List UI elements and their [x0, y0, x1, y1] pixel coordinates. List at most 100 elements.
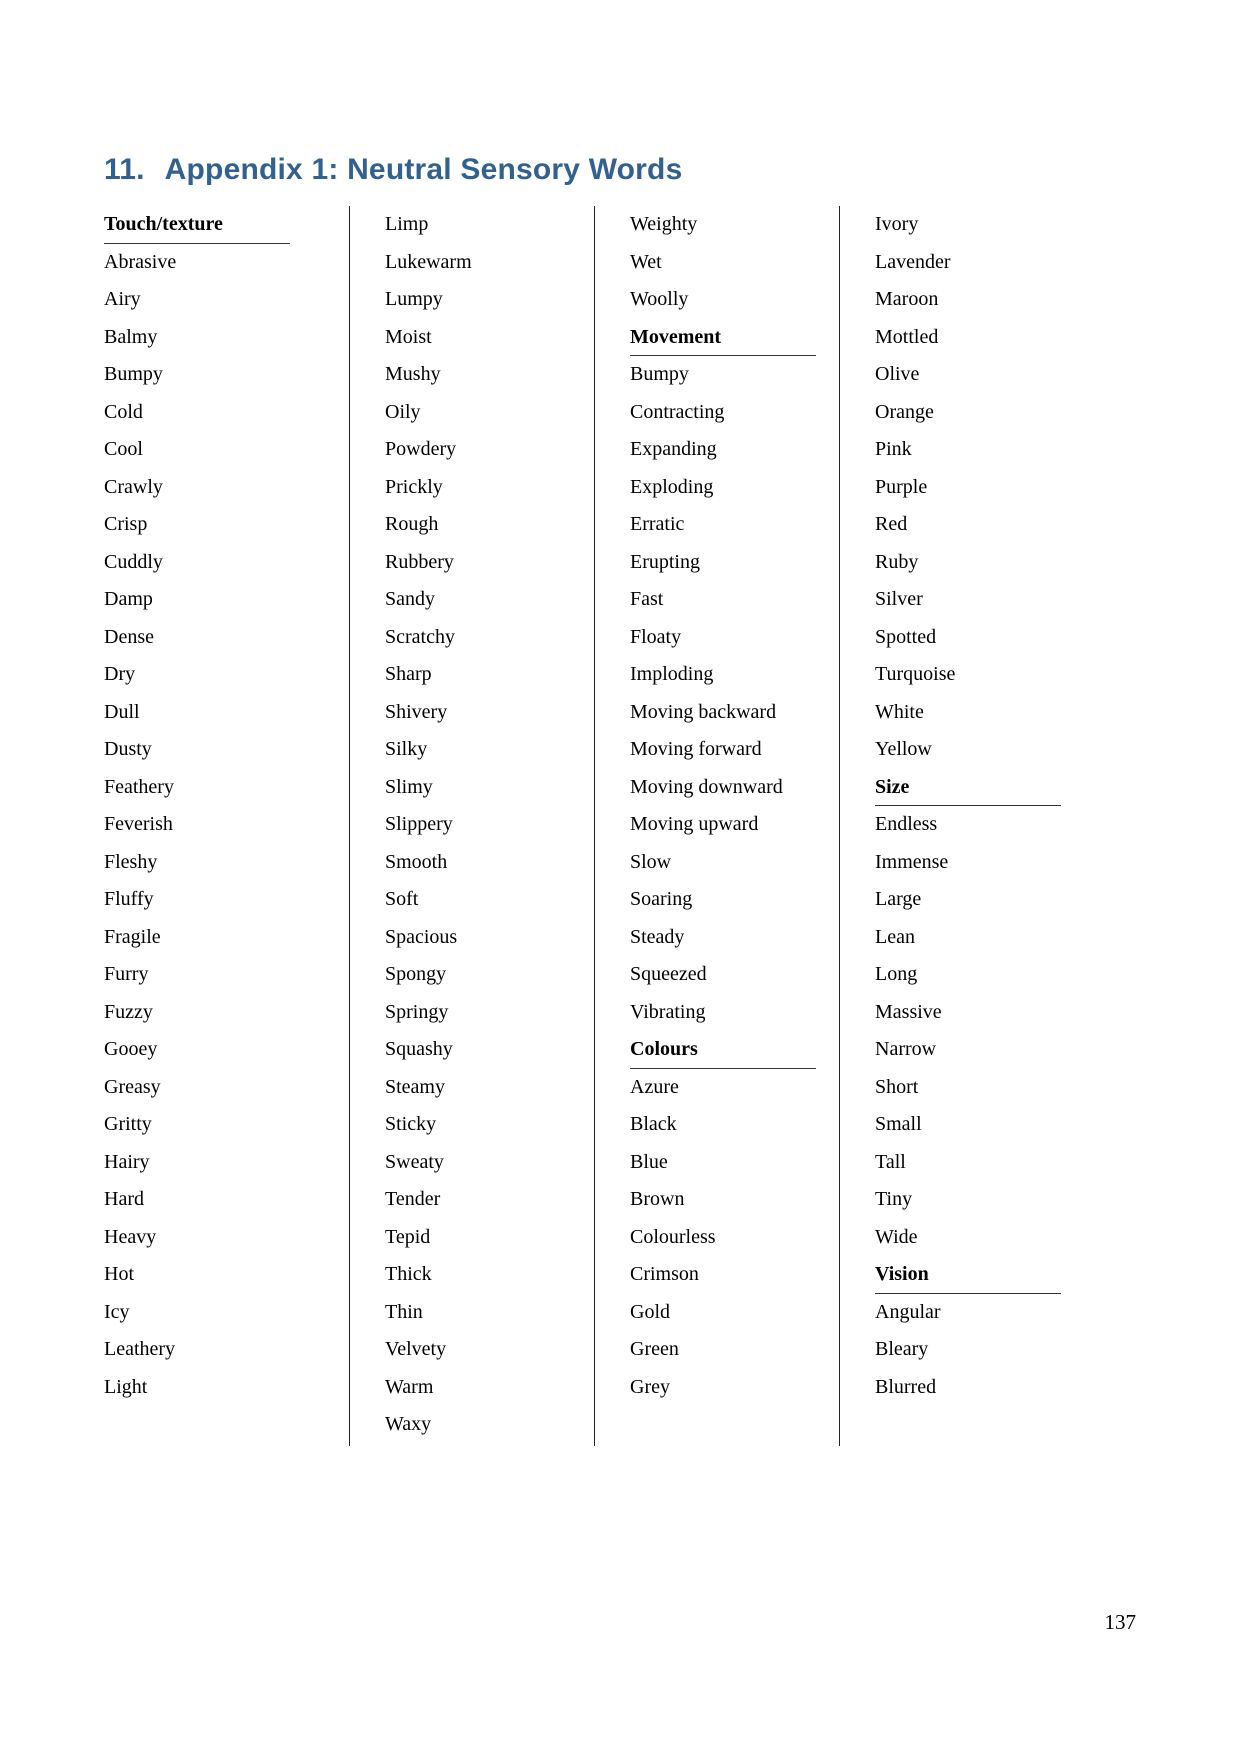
sensory-word: Lean	[875, 925, 915, 948]
sensory-word: Warm	[385, 1375, 434, 1398]
sensory-word: Black	[630, 1113, 677, 1135]
sensory-word: Azure	[630, 1075, 679, 1098]
sensory-word: Dense	[104, 625, 154, 648]
sensory-word: Orange	[875, 400, 934, 423]
sensory-word: Hot	[104, 1263, 134, 1285]
page-title: 11. Appendix 1: Neutral Sensory Words	[104, 153, 682, 187]
sensory-word: Expanding	[630, 438, 717, 460]
sensory-word: Prickly	[385, 475, 443, 498]
sensory-word: Woolly	[630, 288, 689, 310]
sensory-word: Damp	[104, 588, 153, 610]
category-heading: Touch/texture	[104, 206, 290, 244]
sensory-word: Balmy	[104, 325, 158, 348]
sensory-word: Contracting	[630, 400, 725, 423]
sensory-word: Short	[875, 1075, 919, 1098]
column-1: Touch/texture Abrasive Airy Balmy Bumpy Cold C…	[104, 206, 349, 1446]
sensory-word: Fuzzy	[104, 1000, 153, 1023]
sensory-word: Yellow	[875, 738, 932, 760]
sensory-word: Waxy	[385, 1413, 432, 1435]
sensory-word: Long	[875, 963, 918, 985]
sensory-word: Cool	[104, 438, 143, 460]
sensory-word: Powdery	[385, 438, 457, 460]
sensory-word: Hard	[104, 1188, 144, 1210]
sensory-word: Sandy	[385, 588, 435, 610]
sensory-word: Blue	[630, 1150, 668, 1173]
sensory-word: Narrow	[875, 1038, 937, 1060]
sensory-word: Cold	[104, 400, 143, 423]
sensory-word: Fragile	[104, 925, 161, 948]
sensory-word: Dusty	[104, 738, 152, 760]
sensory-word: Vibrating	[630, 1000, 706, 1023]
sensory-word: Scratchy	[385, 625, 455, 648]
sensory-word: Slippery	[385, 813, 453, 835]
word-columns-container: Touch/texture Abrasive Airy Balmy Bumpy Cold C…	[104, 206, 1134, 1446]
sensory-word: Lavender	[875, 250, 951, 273]
sensory-word: Springy	[385, 1000, 449, 1023]
sensory-word: Airy	[104, 288, 141, 310]
column-3: Weighty Wet Woolly Movement Bumpy Contracting…	[594, 206, 839, 1446]
sensory-word: Exploding	[630, 475, 714, 498]
sensory-word: Blurred	[875, 1375, 937, 1398]
sensory-word: Mushy	[385, 363, 441, 385]
sensory-word: Slow	[630, 850, 672, 873]
sensory-word: Brown	[630, 1188, 685, 1210]
sensory-word: Moving upward	[630, 813, 759, 835]
sensory-word: Immense	[875, 850, 949, 873]
sensory-word: Soaring	[630, 888, 693, 910]
sensory-word: Spongy	[385, 963, 447, 985]
sensory-word: Sticky	[385, 1113, 437, 1135]
sensory-word: Bleary	[875, 1338, 929, 1360]
sensory-word: Large	[875, 888, 922, 910]
category-heading: Colours	[630, 1031, 816, 1069]
sensory-word: Bumpy	[104, 363, 163, 385]
sensory-word: Purple	[875, 475, 928, 498]
sensory-word: Erratic	[630, 513, 685, 535]
sensory-word: Turquoise	[875, 663, 956, 685]
sensory-word: Moving forward	[630, 738, 762, 760]
column-2: Limp Lukewarm Lumpy Moist Mushy Oily Powdery Pr…	[349, 206, 594, 1446]
sensory-word: Gold	[630, 1300, 670, 1323]
sensory-word: Limp	[385, 213, 429, 235]
sensory-word: Olive	[875, 363, 920, 385]
sensory-word: Ivory	[875, 213, 919, 235]
sensory-word: Moist	[385, 325, 432, 348]
sensory-word: Gooey	[104, 1038, 158, 1060]
column-4: Ivory Lavender Maroon Mottled Olive Orange Pin…	[839, 206, 1084, 1446]
sensory-word: Angular	[875, 1300, 941, 1323]
sensory-word: Spotted	[875, 625, 937, 648]
sensory-word: Rubbery	[385, 550, 454, 573]
category-heading: Size	[875, 769, 1061, 806]
sensory-word: Colourless	[630, 1225, 716, 1248]
sensory-word: Moving downward	[630, 775, 783, 798]
sensory-word: Squashy	[385, 1038, 453, 1060]
sensory-word: Ruby	[875, 550, 919, 573]
sensory-word: Hairy	[104, 1150, 150, 1173]
sensory-word: Green	[630, 1338, 679, 1360]
sensory-word: Sweaty	[385, 1150, 444, 1173]
sensory-word: Tender	[385, 1188, 441, 1210]
sensory-word: Heavy	[104, 1225, 157, 1248]
sensory-word: Fleshy	[104, 850, 158, 873]
sensory-word: Feathery	[104, 775, 174, 798]
page-number: 137	[1104, 1610, 1137, 1634]
sensory-word: Small	[875, 1113, 922, 1135]
category-heading: Movement	[630, 319, 816, 356]
sensory-word: Grey	[630, 1375, 670, 1398]
sensory-word: Erupting	[630, 550, 700, 573]
sensory-word: Crawly	[104, 475, 163, 498]
sensory-word: Velvety	[385, 1338, 447, 1360]
sensory-word: Tiny	[875, 1188, 913, 1210]
sensory-word: Steady	[630, 925, 685, 948]
sensory-word: Gritty	[104, 1113, 152, 1135]
sensory-word: Squeezed	[630, 963, 707, 985]
sensory-word: Feverish	[104, 813, 173, 835]
sensory-word: Oily	[385, 400, 421, 423]
sensory-word: Thin	[385, 1300, 423, 1323]
sensory-word: Floaty	[630, 625, 682, 648]
sensory-word: Smooth	[385, 850, 448, 873]
sensory-word: Silver	[875, 588, 923, 610]
sensory-word: Furry	[104, 963, 149, 985]
sensory-word: Mottled	[875, 325, 939, 348]
sensory-word: Lukewarm	[385, 250, 472, 273]
sensory-word: Crisp	[104, 513, 148, 535]
